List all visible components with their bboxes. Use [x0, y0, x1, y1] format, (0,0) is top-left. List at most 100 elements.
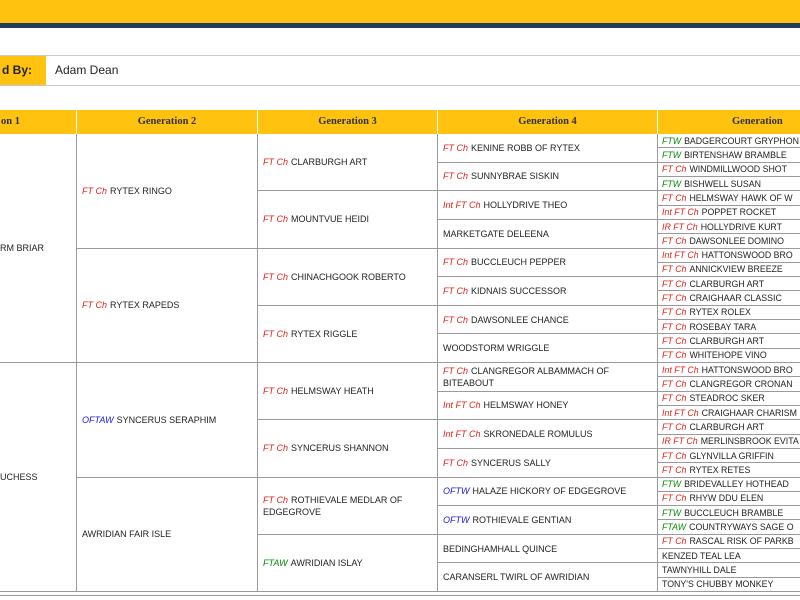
dog-name[interactable]: SYNCERUS SERAPHIM: [117, 415, 217, 425]
dog-name[interactable]: WINDMILLWOOD SHOT: [689, 164, 787, 174]
gen5-dog-cell[interactable]: FTW BADGERCOURT GRYPHON: [658, 134, 800, 149]
gen5-dog-cell[interactable]: TAWNYHILL DALE: [658, 563, 800, 578]
gen2-dog-cell[interactable]: FT Ch RYTEX RINGO: [77, 134, 258, 249]
dog-name[interactable]: MOUNTVUE HEIDI: [291, 214, 369, 224]
dog-name[interactable]: HELMSWAY HEATH: [291, 386, 374, 396]
gen1-dog-cell[interactable]: RM BRIAR: [0, 134, 77, 363]
dog-name[interactable]: BRIDEVALLEY HOTHEAD: [684, 479, 789, 489]
dog-name[interactable]: CRAIGHAAR CLASSIC: [689, 293, 781, 303]
dog-name[interactable]: BUCCLEUCH BRAMBLE: [684, 508, 783, 518]
gen5-dog-cell[interactable]: FT Ch HELMSWAY HAWK OF W: [658, 191, 800, 206]
dog-name[interactable]: BUCCLEUCH PEPPER: [471, 257, 566, 267]
dog-name[interactable]: TAWNYHILL DALE: [662, 565, 736, 575]
dog-name[interactable]: CLARBURGH ART: [291, 157, 367, 167]
dog-name[interactable]: SYNCERUS SALLY: [471, 458, 551, 468]
dog-name[interactable]: ANNICKVIEW BREEZE: [689, 264, 782, 274]
gen4-dog-cell[interactable]: MARKETGATE DELEENA: [438, 219, 658, 249]
gen2-dog-cell[interactable]: AWRIDIAN FAIR ISLE: [77, 477, 258, 592]
dog-name[interactable]: UCHESS: [0, 472, 38, 482]
dog-name[interactable]: CRAIGHAAR CHARISM: [702, 408, 797, 418]
gen5-dog-cell[interactable]: FT Ch CLARBURGH ART: [658, 420, 800, 435]
dog-name[interactable]: BIRTENSHAW BRAMBLE: [684, 150, 787, 160]
gen3-dog-cell[interactable]: FT Ch MOUNTVUE HEIDI: [258, 191, 438, 249]
gen3-dog-cell[interactable]: FT Ch SYNCERUS SHANNON: [258, 420, 438, 478]
dog-name[interactable]: CHINACHGOOK ROBERTO: [291, 272, 406, 282]
gen2-dog-cell[interactable]: FT Ch RYTEX RAPEDS: [77, 248, 258, 363]
gen1-dog-cell[interactable]: UCHESS: [0, 363, 77, 592]
dog-name[interactable]: ROTHIEVALE GENTIAN: [473, 515, 572, 525]
gen4-dog-cell[interactable]: FT Ch KIDNAIS SUCCESSOR: [438, 277, 658, 306]
dog-name[interactable]: CLARBURGH ART: [689, 422, 764, 432]
gen5-dog-cell[interactable]: FTW BRIDEVALLEY HOTHEAD: [658, 478, 800, 492]
gen5-dog-cell[interactable]: FT Ch CLANGREGOR CRONAN: [658, 377, 800, 392]
dog-name[interactable]: DAWSONLEE DOMINO: [689, 236, 784, 246]
gen5-dog-cell[interactable]: FTW BUCCLEUCH BRAMBLE: [658, 506, 800, 521]
dog-name[interactable]: KIDNAIS SUCCESSOR: [471, 286, 567, 296]
dog-name[interactable]: KENZED TEAL LEA: [662, 551, 741, 561]
gen4-dog-cell[interactable]: FT Ch CLANGREGOR ALBAMMACH OF BITEABOUT: [438, 363, 658, 392]
dog-name[interactable]: CARANSERL TWIRL OF AWRIDIAN: [443, 572, 589, 582]
gen5-dog-cell[interactable]: FT Ch CLARBURGH ART: [658, 277, 800, 292]
gen5-dog-cell[interactable]: FT Ch ROSEBAY TARA: [658, 320, 800, 335]
dog-name[interactable]: GLYNVILLA GRIFFIN: [689, 451, 773, 461]
gen4-dog-cell[interactable]: OFTW HALAZE HICKORY OF EDGEGROVE: [438, 477, 658, 507]
gen4-dog-cell[interactable]: OFTW ROTHIEVALE GENTIAN: [438, 506, 658, 535]
dog-name[interactable]: CLARBURGH ART: [689, 279, 764, 289]
dog-name[interactable]: RHYW DDU ELEN: [689, 493, 763, 503]
dog-name[interactable]: BEDINGHAMHALL QUINCE: [443, 544, 557, 554]
dog-name[interactable]: BISHWELL SUSAN: [684, 179, 761, 189]
gen3-dog-cell[interactable]: FTAW AWRIDIAN ISLAY: [258, 534, 438, 592]
dog-name[interactable]: TONY'S CHUBBY MONKEY: [662, 579, 773, 589]
dog-name[interactable]: HATTONSWOOD BRO: [702, 365, 793, 375]
gen2-dog-cell[interactable]: OFTAW SYNCERUS SERAPHIM: [77, 363, 258, 478]
dog-name[interactable]: MERLINSBROOK EVITA: [701, 436, 799, 446]
gen4-dog-cell[interactable]: Int FT Ch HELMSWAY HONEY: [438, 391, 658, 421]
dog-name[interactable]: BADGERCOURT GRYPHON: [684, 136, 799, 146]
gen5-dog-cell[interactable]: KENZED TEAL LEA: [658, 549, 800, 564]
dog-name[interactable]: SYNCERUS SHANNON: [291, 443, 389, 453]
dog-name[interactable]: KENINE ROBB OF RYTEX: [471, 143, 580, 153]
gen3-dog-cell[interactable]: FT Ch ROTHIEVALE MEDLAR OF EDGEGROVE: [258, 477, 438, 535]
gen5-dog-cell[interactable]: IR FT Ch MERLINSBROOK EVITA: [658, 435, 800, 449]
dog-name[interactable]: DAWSONLEE CHANCE: [471, 315, 569, 325]
dog-name[interactable]: CLARBURGH ART: [689, 336, 764, 346]
dog-name[interactable]: POPPET ROCKET: [702, 207, 777, 217]
gen3-dog-cell[interactable]: FT Ch HELMSWAY HEATH: [258, 363, 438, 421]
gen5-dog-cell[interactable]: FTAW COUNTRYWAYS SAGE O: [658, 520, 800, 535]
dog-name[interactable]: STEADROC SKER: [689, 393, 764, 403]
gen5-dog-cell[interactable]: IR FT Ch HOLLYDRIVE KURT: [658, 220, 800, 235]
dog-name[interactable]: RYTEX ROLEX: [689, 307, 750, 317]
gen5-dog-cell[interactable]: Int FT Ch HATTONSWOOD BRO: [658, 363, 800, 378]
dog-name[interactable]: SKRONEDALE ROMULUS: [484, 429, 593, 439]
gen5-dog-cell[interactable]: TONY'S CHUBBY MONKEY: [658, 578, 800, 592]
gen5-dog-cell[interactable]: Int FT Ch CRAIGHAAR CHARISM: [658, 406, 800, 421]
gen4-dog-cell[interactable]: CARANSERL TWIRL OF AWRIDIAN: [438, 563, 658, 592]
dog-name[interactable]: WOODSTORM WRIGGLE: [443, 343, 549, 353]
gen5-dog-cell[interactable]: FT Ch STEADROC SKER: [658, 392, 800, 406]
gen3-dog-cell[interactable]: FT Ch CHINACHGOOK ROBERTO: [258, 248, 438, 306]
gen5-dog-cell[interactable]: FT Ch RYTEX RETES: [658, 463, 800, 478]
dog-name[interactable]: RYTEX RAPEDS: [110, 300, 179, 310]
dog-name[interactable]: AWRIDIAN ISLAY: [291, 558, 363, 568]
gen4-dog-cell[interactable]: Int FT Ch SKRONEDALE ROMULUS: [438, 420, 658, 449]
dog-name[interactable]: COUNTRYWAYS SAGE O: [689, 522, 793, 532]
gen5-dog-cell[interactable]: Int FT Ch POPPET ROCKET: [658, 206, 800, 220]
dog-name[interactable]: HELMSWAY HONEY: [484, 400, 569, 410]
gen4-dog-cell[interactable]: FT Ch KENINE ROBB OF RYTEX: [438, 134, 658, 163]
dog-name[interactable]: RASCAL RISK OF PARKB: [689, 536, 793, 546]
gen5-dog-cell[interactable]: FT Ch CLARBURGH ART: [658, 334, 800, 349]
dog-name[interactable]: ROSEBAY TARA: [689, 322, 756, 332]
dog-name[interactable]: SUNNYBRAE SISKIN: [471, 171, 559, 181]
dog-name[interactable]: RM BRIAR: [0, 243, 44, 253]
dog-name[interactable]: HALAZE HICKORY OF EDGEGROVE: [473, 486, 627, 496]
gen5-dog-cell[interactable]: FT Ch DAWSONLEE DOMINO: [658, 234, 800, 249]
dog-name[interactable]: WHITEHOPE VINO: [689, 350, 766, 360]
gen4-dog-cell[interactable]: FT Ch DAWSONLEE CHANCE: [438, 305, 658, 335]
gen4-dog-cell[interactable]: FT Ch SUNNYBRAE SISKIN: [438, 162, 658, 192]
gen4-dog-cell[interactable]: FT Ch BUCCLEUCH PEPPER: [438, 248, 658, 278]
gen5-dog-cell[interactable]: FT Ch ANNICKVIEW BREEZE: [658, 263, 800, 278]
dog-name[interactable]: HATTONSWOOD BRO: [702, 250, 793, 260]
gen5-dog-cell[interactable]: FT Ch WHITEHOPE VINO: [658, 349, 800, 363]
gen5-dog-cell[interactable]: FT Ch CRAIGHAAR CLASSIC: [658, 291, 800, 306]
gen5-dog-cell[interactable]: FT Ch RASCAL RISK OF PARKB: [658, 535, 800, 550]
